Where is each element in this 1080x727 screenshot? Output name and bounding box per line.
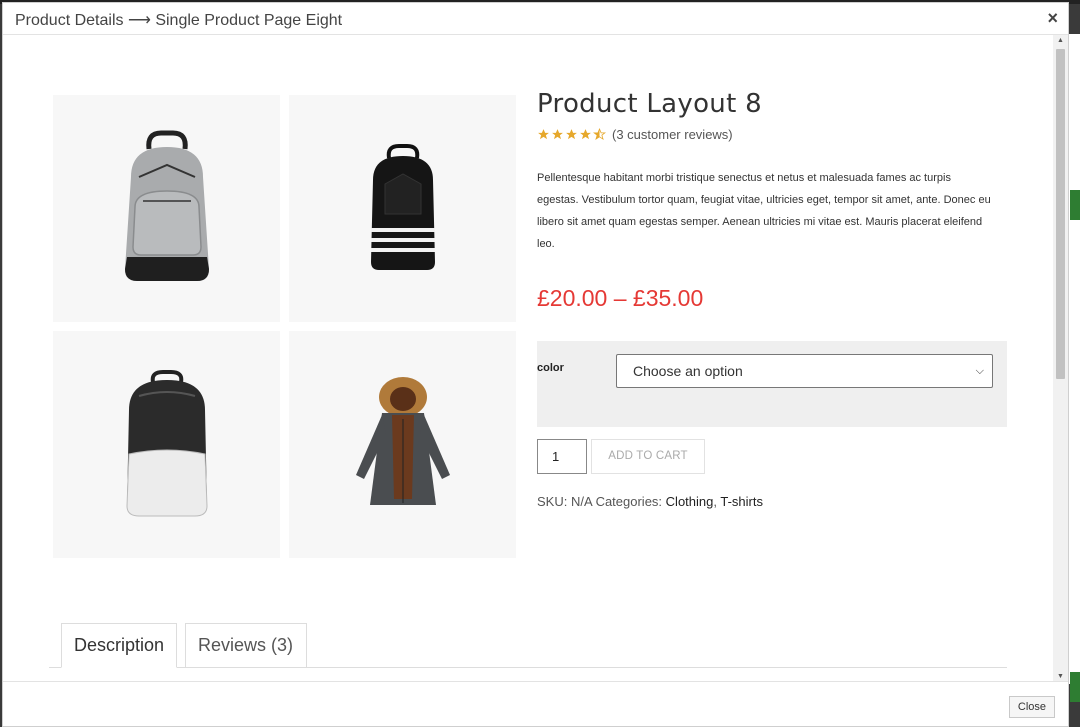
- color-select-value: Choose an option: [633, 363, 743, 379]
- black-striped-backpack-icon: [370, 143, 435, 270]
- product-rating: (3 customer reviews): [537, 127, 733, 142]
- background-accent: [1070, 190, 1080, 220]
- black-white-backpack-icon: [125, 369, 208, 516]
- scrollbar[interactable]: ▲ ▼: [1053, 35, 1068, 683]
- modal-title: Product Details ⟶ Single Product Page Ei…: [15, 12, 343, 29]
- star-icon: [566, 129, 577, 140]
- tab-reviews[interactable]: Reviews (3): [185, 623, 307, 668]
- color-label: color: [537, 362, 564, 374]
- sku-value: N/A: [570, 494, 592, 509]
- modal-header: Product Details ⟶ Single Product Page Ei…: [3, 3, 1068, 35]
- gallery-image-4[interactable]: [289, 331, 516, 558]
- background-accent: [1070, 672, 1080, 702]
- reviews-link[interactable]: (3 customer reviews): [612, 127, 733, 142]
- star-icon: [552, 129, 563, 140]
- background-page-right: [1068, 34, 1080, 684]
- tab-description[interactable]: Description: [61, 623, 178, 668]
- gray-backpack-icon: [124, 130, 209, 281]
- product-modal: Product Details ⟶ Single Product Page Ei…: [2, 2, 1069, 727]
- product-title: Product Layout 8: [537, 89, 762, 119]
- product-short-description: Pellentesque habitant morbi tristique se…: [537, 172, 991, 250]
- scroll-up-icon[interactable]: ▲: [1053, 35, 1068, 47]
- fur-hood-parka-icon: [355, 376, 450, 505]
- star-icon: [580, 129, 591, 140]
- scrollbar-thumb[interactable]: [1056, 49, 1065, 379]
- add-to-cart-button[interactable]: ADD TO CART: [591, 439, 705, 474]
- gallery-image-3[interactable]: [53, 331, 280, 558]
- color-select[interactable]: Choose an option ⌵: [616, 354, 993, 388]
- star-icon: [538, 129, 549, 140]
- close-icon[interactable]: ×: [1047, 8, 1058, 29]
- chevron-down-icon: ⌵: [975, 365, 984, 377]
- close-button[interactable]: Close: [1008, 696, 1055, 718]
- quantity-input[interactable]: 1: [537, 439, 587, 474]
- categories-label: Categories:: [595, 494, 663, 509]
- sku-label: SKU:: [537, 494, 568, 509]
- gallery-image-1[interactable]: [53, 95, 280, 322]
- modal-body: Product Layout 8 (3 customer reviews) Pe…: [3, 35, 1055, 683]
- variations-panel: color Choose an option ⌵: [537, 341, 1007, 427]
- category-link-clothing[interactable]: Clothing: [666, 494, 714, 509]
- star-half-icon: [593, 128, 606, 141]
- product-meta: SKU: N/A Categories: Clothing, T-shirts: [537, 494, 763, 509]
- modal-footer: Close: [3, 681, 1068, 726]
- star-rating: [537, 128, 606, 141]
- gallery-image-2[interactable]: [289, 95, 516, 322]
- category-link-tshirts[interactable]: T-shirts: [720, 494, 763, 509]
- product-price: £20.00 – £35.00: [537, 285, 704, 311]
